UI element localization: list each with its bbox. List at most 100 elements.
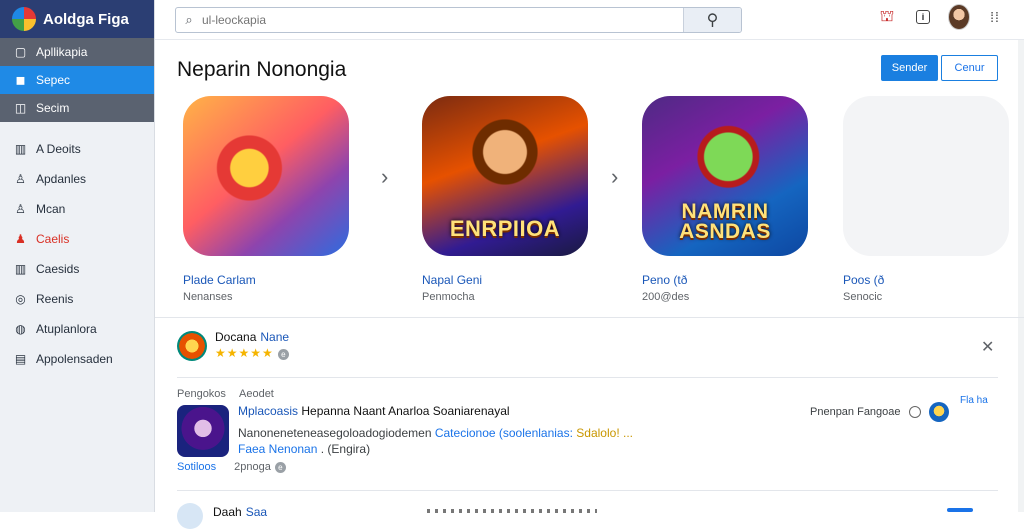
sidebar-item-mcan[interactable]: ♙ Mcan (0, 194, 154, 224)
divider (177, 490, 998, 491)
sidebar-item-label: Mcan (36, 202, 65, 216)
search-icon: ⌕ (176, 12, 202, 28)
listing-description-2: Faea Nenonan . (Engira) (238, 442, 370, 456)
app-thumbnail[interactable] (183, 96, 349, 256)
right-link[interactable]: Fla ha (960, 395, 988, 406)
chevron-right-icon[interactable]: › (381, 164, 388, 190)
list-item-title: Daah Saa (213, 505, 267, 519)
search-icon: ⚲ (707, 10, 719, 30)
list-item[interactable]: DaahSaa (177, 501, 997, 515)
list-item-indicator (947, 508, 973, 512)
description-link[interactable]: Catecionoe (soolenlanias: (435, 426, 573, 440)
review-name: DocanaNane (215, 330, 289, 344)
gift-icon[interactable]: ⛫ (876, 6, 898, 28)
person-icon: ♙ (14, 203, 27, 216)
app-cards-row: Plade Carlam Nenanses › ENRPIIOA Napal G… (155, 96, 1024, 316)
listing-meta-b: Aeodet (239, 388, 274, 400)
app-card-title[interactable]: Plade Carlam (183, 273, 353, 287)
app-thumbnail[interactable]: ENRPIIOA (422, 96, 588, 256)
sidebar-item-label: Caesids (36, 262, 79, 276)
divider (155, 317, 1024, 318)
brand-header[interactable]: Aoldga Figa (0, 0, 154, 38)
thumbnail-art-text: NAMRIN ASNDAS (642, 202, 808, 242)
sidebar-item-sepec[interactable]: ◼ Sepec (0, 66, 154, 94)
info-button[interactable]: i (912, 6, 934, 28)
chevron-right-icon[interactable]: › (611, 164, 618, 190)
sidebar-item-caelis[interactable]: ♟ Caelis (0, 224, 154, 254)
app-card[interactable]: Plade Carlam Nenanses (183, 96, 353, 303)
list-item-text: Daah (213, 505, 242, 519)
thumbnail-art-text: ENRPIIOA (450, 216, 560, 242)
sidebar-item-apllikapia[interactable]: ▢ Apllikapia (0, 38, 154, 66)
doc-icon: ▤ (14, 353, 27, 366)
sidebar-item-label: Apdanles (36, 172, 86, 186)
sidebar: Aoldga Figa ▢ Apllikapia ◼ Sepec ◫ Secim… (0, 0, 155, 512)
listing-title: Mplacoasis Hepanna Naant Anarloa Soaniar… (238, 404, 510, 418)
description-text: Nanoneneteneasegoloadogiodemen (238, 426, 432, 440)
search-input[interactable] (202, 13, 683, 27)
listing-meta: Pengokos Aeodet (177, 388, 274, 400)
sidebar-item-reenis[interactable]: ◎ Reenis (0, 284, 154, 314)
app-logo-icon (177, 331, 207, 361)
app-card-title[interactable]: Napal Geni (422, 273, 592, 287)
star-rating: ★★★★★ (215, 346, 274, 360)
app-card-subtitle: Senocic (843, 291, 1013, 303)
sidebar-item-label: Secim (36, 101, 69, 115)
listing-footer: Sotiloos 2pnogae (177, 461, 286, 473)
app-card[interactable]: ENRPIIOA Napal Geni Penmocha (422, 96, 592, 303)
listing-title-link[interactable]: Mplacoasis (238, 404, 298, 418)
cenur-button[interactable]: Cenur (941, 55, 998, 81)
compass-icon: ◎ (14, 293, 27, 306)
sidebar-item-label: A Deoits (36, 142, 81, 156)
sender-button[interactable]: Sender (881, 55, 938, 81)
sidebar-item-label: Apllikapia (36, 45, 87, 59)
search-button[interactable]: ⚲ (683, 8, 741, 32)
brand-title: Aoldga Figa (43, 11, 129, 28)
list-item-link[interactable]: Saa (246, 505, 267, 519)
description-text: . (Engira) (321, 442, 370, 456)
section-title: Neparin Nonongia (177, 58, 346, 82)
bars-icon: ▥ (14, 143, 27, 156)
app-thumbnail-placeholder[interactable] (843, 96, 1009, 256)
person-icon: ♙ (14, 173, 27, 186)
user-avatar-button[interactable] (948, 6, 970, 28)
info-icon[interactable] (909, 406, 921, 418)
footer-count-text: 2pnoga (234, 461, 271, 473)
app-logo-icon (12, 7, 36, 31)
search-bar[interactable]: ⌕ ⚲ (175, 7, 742, 33)
apps-icon: ◼ (14, 74, 27, 87)
sidebar-item-appolensaden[interactable]: ▤ Appolensaden (0, 344, 154, 374)
footer-count: 2pnogae (234, 461, 286, 473)
app-card-subtitle: Nenanses (183, 291, 353, 303)
review-name-link[interactable]: Nane (260, 330, 289, 344)
app-card-title[interactable]: Poos (ð (843, 273, 1013, 287)
app-card[interactable]: Poos (ð Senocic (843, 96, 1013, 303)
sidebar-item-caesids[interactable]: ▥ Caesids (0, 254, 154, 284)
divider (177, 377, 998, 378)
description-link[interactable]: Faea Nenonan (238, 442, 317, 456)
footer-link[interactable]: Sotiloos (177, 461, 216, 473)
description-highlight: Sdalolo! ... (576, 426, 633, 440)
window-icon: ▢ (14, 46, 27, 59)
more-options-icon[interactable]: ⁞⁞ (984, 6, 1006, 28)
sidebar-item-secim[interactable]: ◫ Secim (0, 94, 154, 122)
listing-title-text: Hepanna Naant Anarloa Soaniarenayal (301, 404, 509, 418)
users-icon: ♟ (14, 233, 27, 246)
bars-icon: ▥ (14, 263, 27, 276)
app-thumbnail[interactable]: NAMRIN ASNDAS (642, 96, 808, 256)
app-icon[interactable] (177, 405, 229, 457)
sidebar-item-adeoits[interactable]: ▥ A Deoits (0, 134, 154, 164)
sidebar-item-label: Sepec (36, 73, 70, 87)
developer-avatar[interactable] (929, 402, 949, 422)
app-card-subtitle: 200@des (642, 291, 812, 303)
sidebar-item-label: Appolensaden (36, 352, 113, 366)
sidebar-item-apdanles[interactable]: ♙ Apdanles (0, 164, 154, 194)
sidebar-item-label: Reenis (36, 292, 73, 306)
close-icon[interactable]: ✕ (981, 337, 994, 357)
main-content: Neparin Nonongia Sender Cenur Plade Carl… (155, 40, 1024, 512)
sidebar-item-atuplanlora[interactable]: ◍ Atuplanlora (0, 314, 154, 344)
listing-right-meta: Pnenpan Fangoae (810, 402, 949, 422)
app-card-title[interactable]: Peno (tð (642, 273, 812, 287)
app-card[interactable]: NAMRIN ASNDAS Peno (tð 200@des (642, 96, 812, 303)
list-item-preview (427, 509, 597, 513)
